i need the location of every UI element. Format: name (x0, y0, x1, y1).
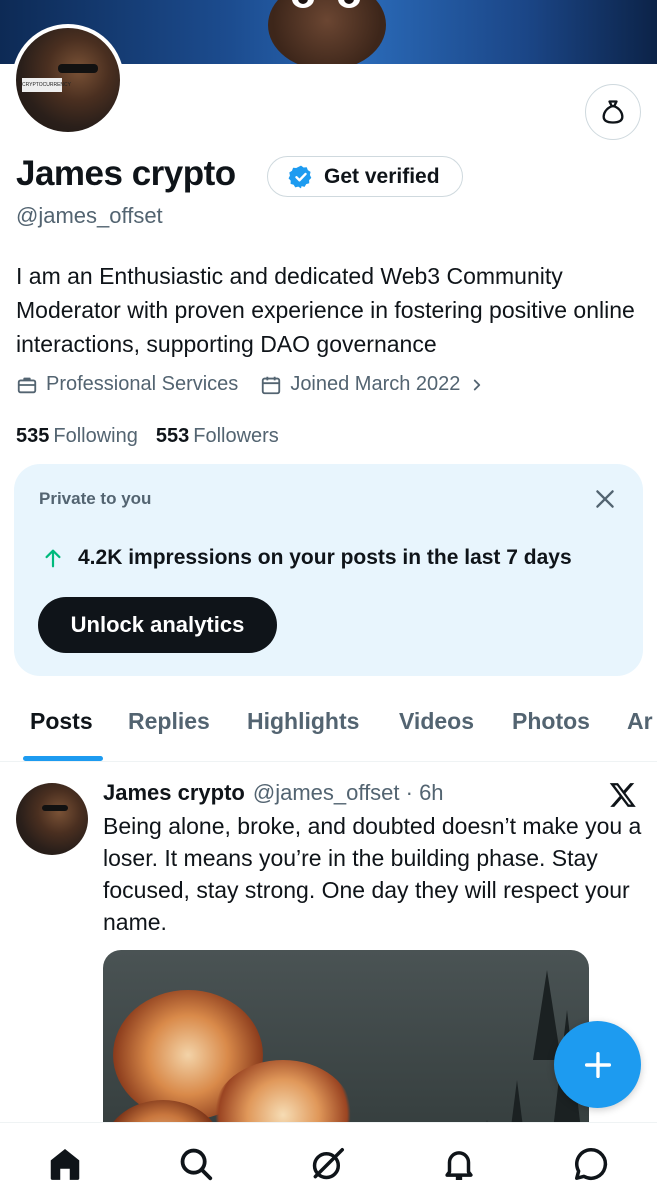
avatar-sign: CRYPTOCURRENCY (22, 78, 71, 92)
post-header: James crypto @james_offset · 6h (103, 780, 444, 806)
briefcase-icon (17, 377, 37, 393)
arrow-up-icon (45, 549, 61, 568)
close-icon[interactable] (592, 486, 618, 512)
profile-joined[interactable]: Joined March 2022 (260, 373, 486, 396)
tab-photos[interactable]: Photos (512, 708, 590, 735)
tab-replies[interactable]: Replies (128, 708, 210, 735)
profile-meta: Professional Services Joined March 2022 (16, 373, 508, 396)
impressions-row: 4.2K impressions on your posts in the la… (42, 546, 572, 570)
category-label: Professional Services (46, 373, 239, 395)
profile-tabs: Posts Replies Highlights Videos Photos A… (0, 700, 657, 762)
grok-icon[interactable] (309, 1145, 347, 1183)
get-verified-button[interactable]: Get verified (267, 156, 463, 197)
profile-handle: @james_offset (16, 203, 163, 228)
followers-link[interactable]: 553 Followers (156, 425, 279, 448)
joined-label: Joined March 2022 (290, 373, 461, 395)
following-link[interactable]: 535 Following (16, 425, 138, 448)
bell-icon[interactable] (440, 1145, 478, 1183)
post-text: Being alone, broke, and doubted doesn’t … (103, 813, 642, 935)
profile-bio: I am an Enthusiastic and dedicated Web3 … (16, 263, 635, 357)
followers-count: 553 (155, 425, 190, 447)
tab-posts[interactable]: Posts (30, 708, 93, 735)
profile-name: James crypto (16, 154, 236, 193)
get-verified-label: Get verified (324, 164, 440, 188)
tab-highlights[interactable]: Highlights (247, 708, 359, 735)
profile-avatar[interactable]: CRYPTOCURRENCY (12, 24, 124, 136)
following-label: Following (53, 425, 138, 447)
active-tab-indicator (23, 756, 103, 761)
unlock-analytics-button[interactable]: Unlock analytics (38, 597, 277, 653)
private-label: Private to you (39, 489, 152, 508)
search-icon[interactable] (177, 1145, 215, 1183)
tab-articles[interactable]: Ar (627, 708, 653, 735)
calendar-icon (262, 376, 281, 394)
verified-badge-icon (288, 165, 312, 188)
following-count: 535 (16, 425, 50, 447)
private-analytics-card: Private to you 4.2K impressions on your … (14, 464, 643, 676)
x-logo-icon[interactable] (608, 780, 638, 810)
banner-eye (292, 0, 314, 8)
post-author[interactable]: James crypto (103, 780, 245, 806)
bottom-nav (0, 1122, 657, 1199)
post-avatar[interactable] (16, 783, 88, 855)
banner-eye (338, 0, 360, 8)
follow-stats: 535 Following 553 Followers (16, 425, 279, 448)
impressions-text: 4.2K impressions on your posts in the la… (78, 546, 572, 569)
post-handle-time: @james_offset · 6h (252, 780, 444, 805)
avatar-glasses (58, 64, 98, 73)
plus-icon (584, 1051, 611, 1078)
tip-button[interactable] (585, 84, 641, 140)
profile-category[interactable]: Professional Services (16, 373, 238, 396)
chevron-right-icon (474, 379, 481, 390)
followers-label: Followers (193, 425, 279, 447)
compose-button[interactable] (554, 1021, 641, 1108)
banner-face (268, 0, 386, 64)
tab-videos[interactable]: Videos (399, 708, 474, 735)
money-bag-icon (602, 100, 624, 124)
avatar-glasses (42, 805, 68, 811)
messages-icon[interactable] (572, 1145, 610, 1183)
home-icon[interactable] (46, 1145, 84, 1183)
